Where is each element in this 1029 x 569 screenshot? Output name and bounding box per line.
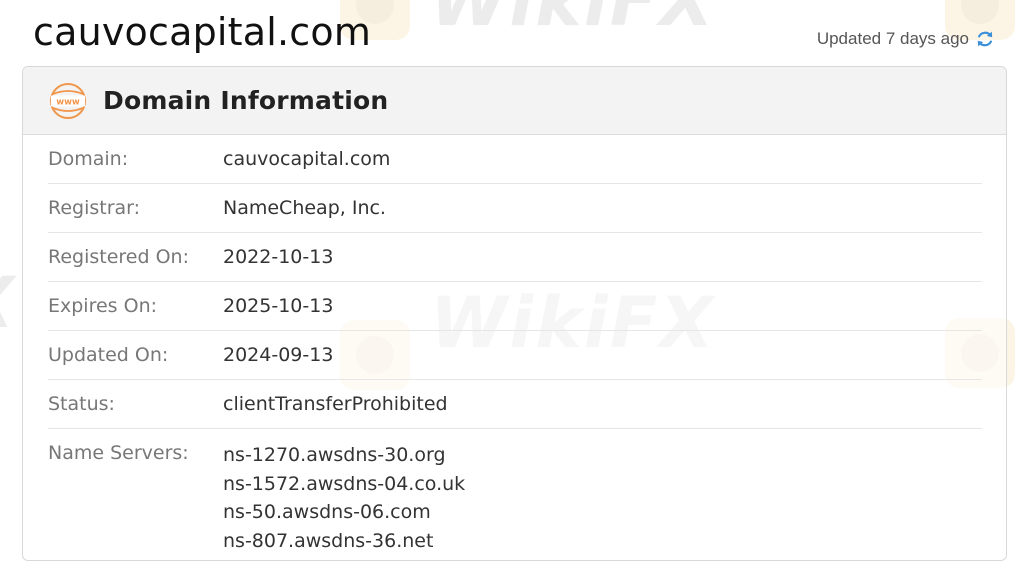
refresh-icon[interactable]: [975, 29, 995, 49]
card-title: Domain Information: [103, 86, 389, 115]
row-label: Expires On:: [48, 295, 158, 317]
updated-text: Updated 7 days ago: [816, 29, 969, 48]
row-updated-on: Updated On: 2024-09-13: [48, 331, 982, 380]
name-server-item: ns-1572.awsdns-04.co.uk: [223, 472, 466, 495]
svg-text:www: www: [56, 97, 80, 107]
row-value: clientTransferProhibited: [223, 393, 448, 415]
row-value: 2022-10-13: [223, 246, 334, 268]
watermark-text: WikiFX: [430, 0, 716, 42]
row-registered-on: Registered On: 2022-10-13: [48, 233, 982, 282]
page: WikiFX X WikiFX cauvocapital.com Updated…: [0, 0, 1029, 569]
row-label: Registered On:: [48, 246, 189, 268]
name-server-item: ns-1270.awsdns-30.org: [223, 444, 446, 466]
row-label: Domain:: [48, 148, 129, 170]
name-server-list: ns-1270.awsdns-30.org ns-1572.awsdns-04.…: [223, 429, 466, 560]
row-value: cauvocapital.com: [223, 148, 391, 170]
row-status: Status: clientTransferProhibited: [48, 380, 982, 429]
watermark-text: X: [0, 262, 16, 344]
updated-status: Updated 7 days ago: [817, 29, 995, 49]
row-value: 2025-10-13: [223, 295, 334, 317]
row-label: Registrar:: [48, 197, 141, 219]
domain-info-card: www Domain Information Domain: cauvocapi…: [22, 66, 1007, 561]
row-name-servers: Name Servers: ns-1270.awsdns-30.org ns-1…: [48, 429, 982, 560]
row-label: Name Servers:: [48, 442, 189, 464]
row-value: NameCheap, Inc.: [223, 197, 386, 219]
row-domain: Domain: cauvocapital.com: [48, 135, 982, 184]
domain-info-table: Domain: cauvocapital.com Registrar: Name…: [23, 135, 1006, 560]
row-registrar: Registrar: NameCheap, Inc.: [48, 184, 982, 233]
name-server-item: ns-807.awsdns-36.net: [223, 529, 434, 552]
row-label: Updated On:: [48, 344, 169, 366]
row-expires-on: Expires On: 2025-10-13: [48, 282, 982, 331]
card-header: www Domain Information: [23, 67, 1006, 135]
row-value: 2024-09-13: [223, 344, 334, 366]
www-icon: www: [49, 82, 87, 120]
row-label: Status:: [48, 393, 115, 415]
name-server-item: ns-50.awsdns-06.com: [223, 501, 431, 523]
page-title: cauvocapital.com: [33, 10, 372, 54]
